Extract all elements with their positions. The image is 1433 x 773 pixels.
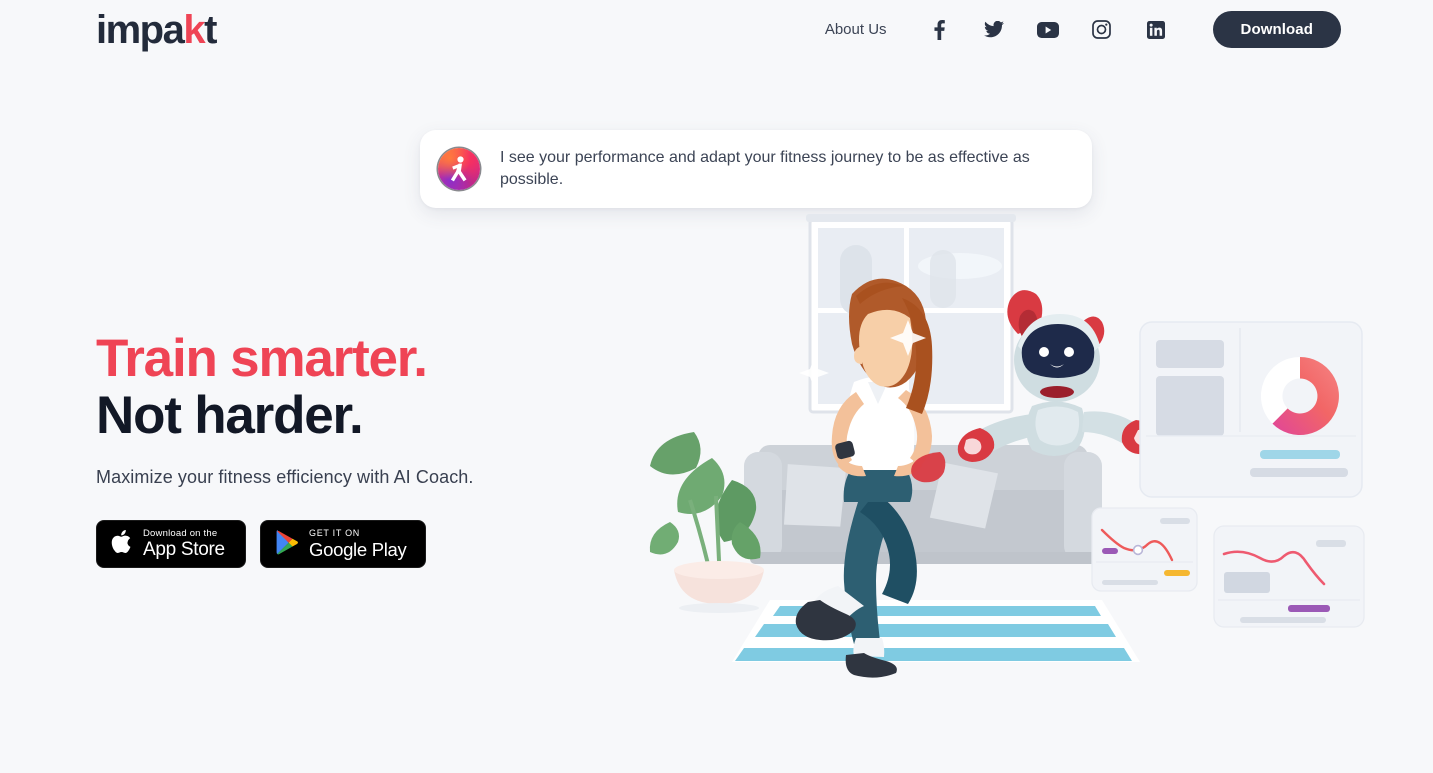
app-store-label: Download on the App Store	[143, 528, 225, 560]
linkedin-icon[interactable]	[1139, 12, 1173, 48]
site-header: impakt About Us Download	[0, 0, 1433, 60]
apple-icon	[110, 528, 134, 561]
ai-coach-message-card: I see your performance and adapt your fi…	[420, 130, 1092, 208]
headline-line-1: Train smarter.	[96, 329, 428, 388]
impakt-ai-coach-avatar	[438, 148, 480, 190]
google-play-small-text: GET IT ON	[309, 528, 360, 538]
store-badges: Download on the App Store GET IT ON Goog…	[96, 520, 616, 568]
download-button[interactable]: Download	[1212, 11, 1341, 48]
page-title: Train smarter. Not harder.	[96, 330, 616, 444]
google-play-icon	[274, 528, 300, 561]
instagram-icon[interactable]	[1085, 12, 1119, 48]
google-play-label: GET IT ON Google Play	[309, 528, 407, 560]
line-chart-card-wide	[1213, 525, 1365, 628]
google-play-button[interactable]: GET IT ON Google Play	[260, 520, 426, 568]
brand-logo[interactable]: impakt	[96, 8, 217, 52]
line-chart-card-small	[1091, 507, 1198, 592]
landing-page: impakt About Us Download I see your perf…	[0, 0, 1433, 773]
logo-text-before: impa	[96, 8, 185, 52]
facebook-icon[interactable]	[923, 12, 957, 48]
app-store-button[interactable]: Download on the App Store	[96, 520, 246, 568]
app-store-big-text: App Store	[143, 539, 225, 560]
yoga-mat	[732, 600, 1140, 662]
ai-coach-message-text: I see your performance and adapt your fi…	[500, 149, 1030, 188]
analytics-dashboard-card	[1139, 321, 1363, 498]
hero-illustration	[640, 200, 1420, 700]
logo-text-k: k	[183, 8, 205, 52]
headline-line-2: Not harder.	[96, 386, 364, 445]
hero-content: Train smarter. Not harder. Maximize your…	[96, 330, 616, 568]
nav-item-about-us[interactable]: About Us	[825, 12, 887, 48]
google-play-big-text: Google Play	[309, 539, 407, 560]
main-navigation: About Us Download	[825, 11, 1341, 48]
twitter-icon[interactable]	[977, 12, 1011, 48]
logo-text-after: t	[204, 8, 217, 52]
app-store-small-text: Download on the	[143, 528, 218, 539]
hero-subtitle: Maximize your fitness efficiency with AI…	[96, 467, 474, 487]
youtube-icon[interactable]	[1031, 12, 1065, 48]
